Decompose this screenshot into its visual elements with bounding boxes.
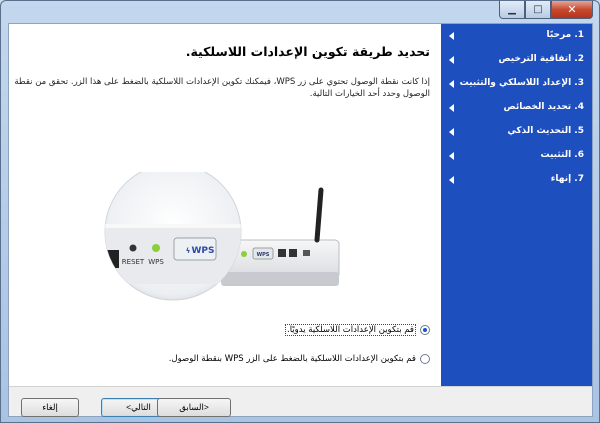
step-3: 3. الإعداد اللاسلكي والتثبيت [441, 72, 592, 96]
step-5: 5. التحديث الذكي [441, 120, 592, 144]
cancel-button[interactable]: إلغاء [21, 398, 79, 417]
step-arrow-icon [449, 80, 454, 88]
title-bar: ▁ □ ✕ [1, 1, 599, 23]
step-arrow-icon [449, 104, 454, 112]
step-label: 3. الإعداد اللاسلكي والتثبيت [459, 78, 584, 88]
wps-led-label: WPS [148, 258, 164, 266]
page-title: تحديد طريقة تكوين الإعدادات اللاسلكية. [185, 44, 430, 59]
installer-window: ▁ □ ✕ تحديد طريقة تكوين الإعدادات اللاسل… [0, 0, 600, 423]
option-wps[interactable]: قم بتكوين الإعدادات اللاسلكية بالضغط على… [169, 354, 430, 364]
step-arrow-icon [449, 152, 454, 160]
minimize-button[interactable]: ▁ [499, 1, 525, 19]
step-4: 4. تحديد الخصائص [441, 96, 592, 120]
step-label: 2. اتفاقية الترخيص [498, 54, 584, 64]
close-button[interactable]: ✕ [551, 1, 593, 19]
step-label: 4. تحديد الخصائص [503, 102, 584, 112]
step-arrow-icon [449, 32, 454, 40]
step-arrow-icon [449, 176, 454, 184]
step-label: 7. إنهاء [550, 174, 584, 184]
radio-wps[interactable] [420, 354, 430, 364]
step-label: 5. التحديث الذكي [507, 126, 584, 136]
caption-buttons: ▁ □ ✕ [499, 1, 593, 19]
access-point-illustration: WPS RESET WPS ϟ WPS [104, 172, 340, 301]
radio-manual[interactable] [420, 325, 430, 335]
step-arrow-icon [449, 128, 454, 136]
step-label: 1. مرحبًا [546, 30, 584, 40]
option-wps-label[interactable]: قم بتكوين الإعدادات اللاسلكية بالضغط على… [169, 354, 416, 364]
step-label: 6. التثبيت [540, 150, 584, 160]
instructions-text: إذا كانت نقطة الوصول تحتوي على زر WPS، ف… [14, 77, 430, 99]
small-wps-label: WPS [257, 252, 270, 258]
step-arrow-icon [449, 56, 454, 64]
back-button[interactable]: <السابق [157, 398, 231, 417]
step-6: 6. التثبيت [441, 144, 592, 168]
maximize-button[interactable]: □ [525, 1, 551, 19]
reset-label: RESET [122, 258, 145, 266]
step-7: 7. إنهاء [441, 168, 592, 192]
step-2: 2. اتفاقية الترخيص [441, 48, 592, 72]
option-manual-label[interactable]: قم بتكوين الإعدادات اللاسلكية يدويًا. [285, 324, 416, 336]
option-manual[interactable]: قم بتكوين الإعدادات اللاسلكية يدويًا. [285, 324, 430, 336]
client-area: تحديد طريقة تكوين الإعدادات اللاسلكية. إ… [8, 23, 593, 417]
step-1: 1. مرحبًا [441, 24, 592, 48]
wps-swirl-icon: ϟ [186, 247, 191, 255]
steps-sidebar: 1. مرحبًا 2. اتفاقية الترخيص 3. الإعداد … [441, 24, 592, 386]
button-bar: إلغاء التالي> <السابق [9, 386, 592, 417]
wps-button-label: WPS [191, 246, 214, 256]
